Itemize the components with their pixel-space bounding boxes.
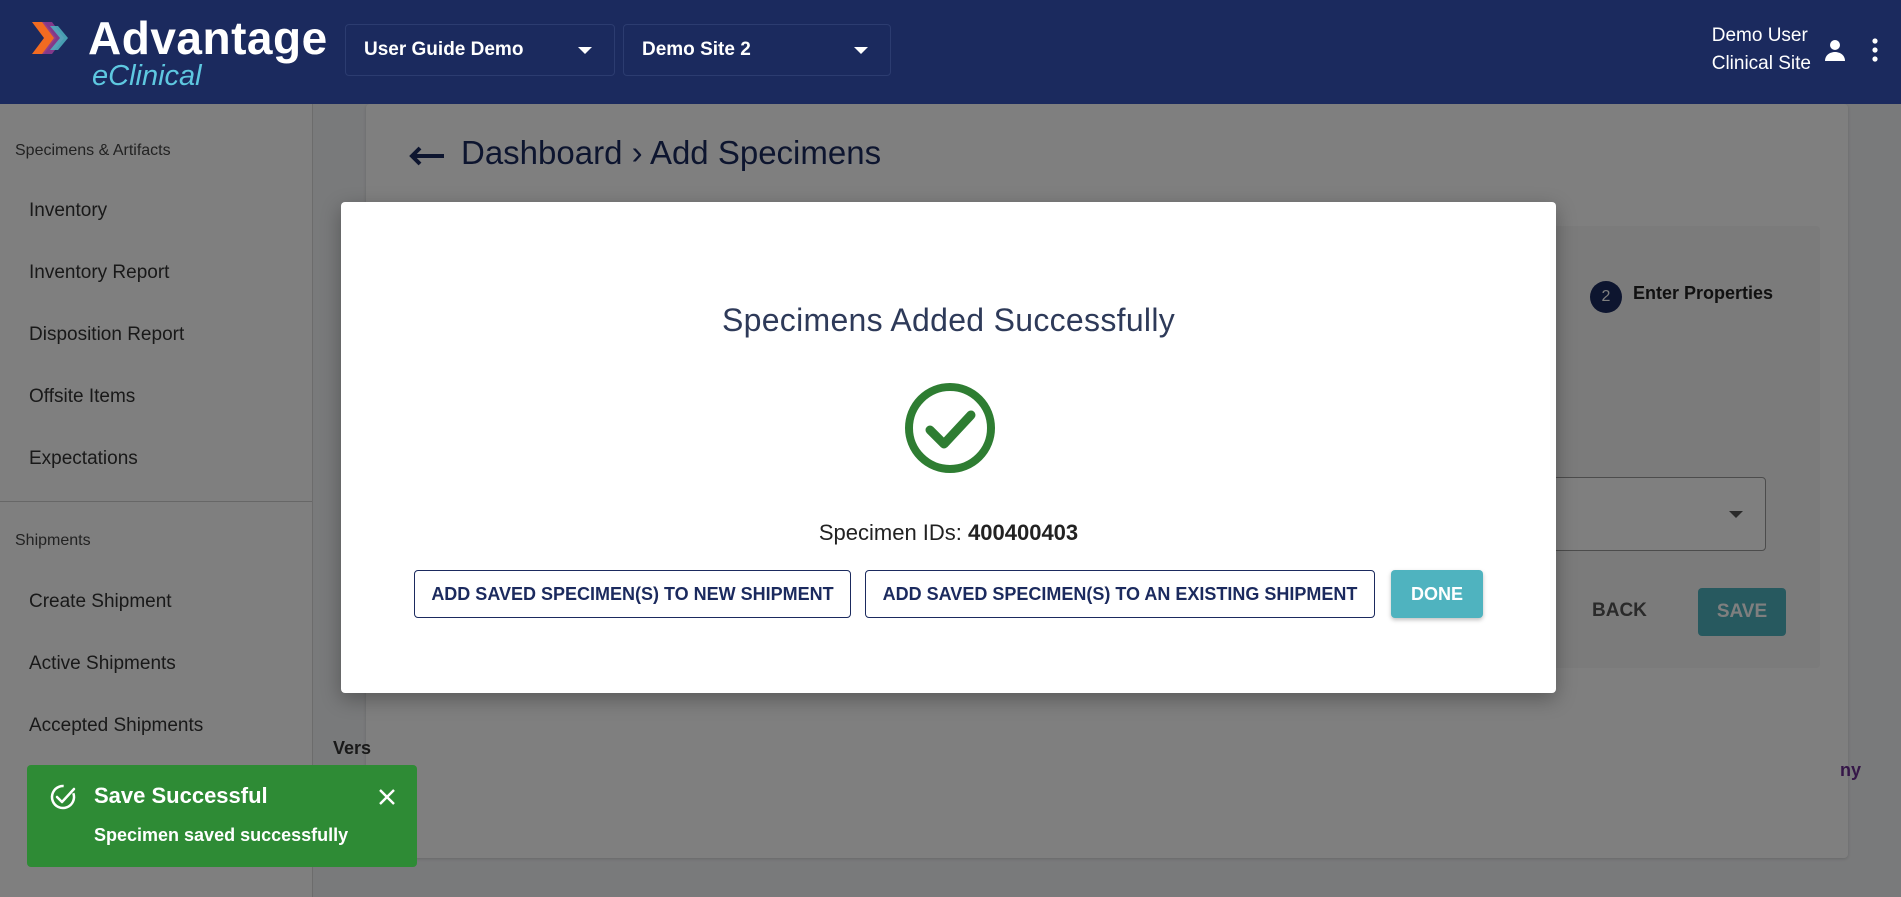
user-role: Clinical Site — [1711, 53, 1811, 74]
study-select[interactable]: User Guide Demo — [345, 24, 615, 76]
brand-subtitle: eClinical — [92, 60, 202, 92]
user-info: Demo User Clinical Site — [1712, 22, 1811, 78]
brand-chevron-icon — [32, 22, 68, 54]
caret-down-icon — [578, 47, 592, 54]
close-icon[interactable] — [377, 787, 397, 807]
add-to-new-shipment-button[interactable]: ADD SAVED SPECIMEN(S) TO NEW SHIPMENT — [414, 570, 851, 618]
check-circle-icon — [905, 383, 995, 473]
specimen-ids-label: Specimen IDs: — [818, 520, 962, 545]
success-toast: Save Successful Specimen saved successfu… — [27, 765, 417, 867]
brand-title: Advantage — [88, 12, 328, 64]
study-select-value: User Guide Demo — [364, 39, 524, 60]
specimen-ids: Specimen IDs: 400400403 — [341, 520, 1556, 546]
dialog-title: Specimens Added Successfully — [721, 302, 1176, 338]
top-app-bar: Advantage eClinical User Guide Demo Demo… — [0, 0, 1901, 104]
done-button[interactable]: DONE — [1391, 570, 1483, 618]
toast-message: Specimen saved successfully — [94, 825, 349, 845]
add-to-existing-shipment-button[interactable]: ADD SAVED SPECIMEN(S) TO AN EXISTING SHI… — [865, 570, 1375, 618]
site-select[interactable]: Demo Site 2 — [623, 24, 891, 76]
brand-logo[interactable]: Advantage eClinical — [30, 12, 330, 92]
check-circle-icon — [50, 784, 76, 810]
caret-down-icon — [854, 47, 868, 54]
more-vert-icon[interactable] — [1863, 36, 1887, 64]
specimen-ids-value: 400400403 — [968, 520, 1079, 545]
site-select-value: Demo Site 2 — [642, 39, 751, 60]
user-icon[interactable] — [1823, 38, 1847, 62]
user-name: Demo User — [1711, 25, 1808, 46]
success-dialog: Specimens Added Successfully Specimen ID… — [341, 202, 1556, 693]
toast-title: Save Successful — [94, 783, 268, 808]
